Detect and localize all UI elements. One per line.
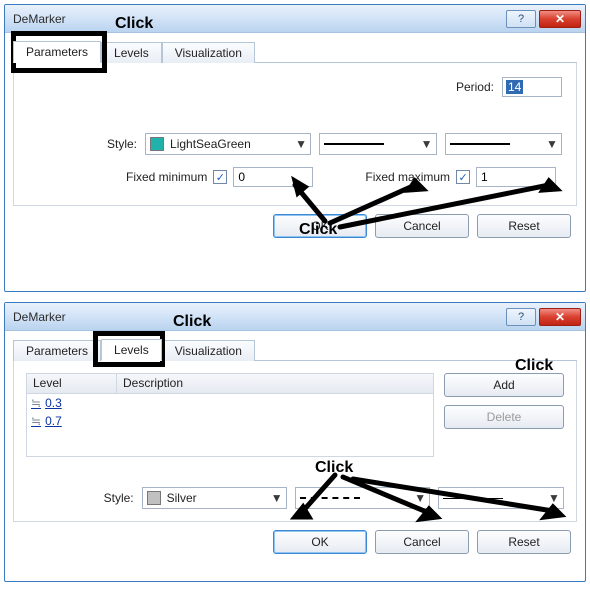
- table-row[interactable]: ≒ 0.3: [27, 394, 433, 412]
- ok-button[interactable]: OK: [273, 530, 367, 554]
- close-button[interactable]: ✕: [539, 308, 581, 326]
- tab-parameters[interactable]: Parameters: [13, 41, 101, 63]
- tab-bar: Parameters Levels Visualization: [13, 337, 577, 361]
- line-style-preview: [324, 143, 384, 145]
- period-value: 14: [506, 80, 523, 94]
- fixed-max-checkbox[interactable]: ✓: [456, 170, 470, 184]
- fixed-max-input[interactable]: [476, 167, 556, 187]
- color-combo[interactable]: Silver ▼: [142, 487, 287, 509]
- add-button[interactable]: Add: [444, 373, 564, 397]
- ok-button[interactable]: OK: [273, 214, 367, 238]
- line-style-combo[interactable]: ▼: [319, 133, 436, 155]
- chevron-down-icon: ▼: [420, 136, 434, 152]
- line-width-preview: [450, 143, 510, 145]
- fixed-max-label: Fixed maximum: [365, 170, 450, 184]
- parameters-panel: Period: 14 Style: LightSeaGreen ▼ ▼: [13, 63, 577, 206]
- grid-head-level[interactable]: Level: [27, 374, 117, 393]
- line-style-preview: [300, 497, 360, 499]
- color-swatch: [150, 137, 164, 151]
- reset-button[interactable]: Reset: [477, 530, 571, 554]
- level-icon: ≒: [31, 414, 41, 428]
- line-width-combo[interactable]: ▼: [445, 133, 562, 155]
- dialog-levels: DeMarker ? ✕ Parameters Levels Visualiza…: [4, 302, 586, 582]
- level-value: 0.7: [45, 414, 62, 428]
- tab-visualization[interactable]: Visualization: [162, 340, 255, 361]
- chevron-down-icon: ▼: [294, 136, 308, 152]
- reset-button[interactable]: Reset: [477, 214, 571, 238]
- color-name: Silver: [167, 491, 197, 505]
- grid-head-description[interactable]: Description: [117, 374, 433, 393]
- levels-panel: Level Description ≒ 0.3 ≒ 0.7 Add Delete: [13, 361, 577, 522]
- fixed-min-checkbox[interactable]: ✓: [213, 170, 227, 184]
- fixed-min-input[interactable]: [233, 167, 313, 187]
- tab-parameters[interactable]: Parameters: [13, 340, 101, 361]
- color-combo[interactable]: LightSeaGreen ▼: [145, 133, 311, 155]
- chevron-down-icon: ▼: [547, 490, 561, 506]
- chevron-down-icon: ▼: [413, 490, 427, 506]
- delete-button[interactable]: Delete: [444, 405, 564, 429]
- dialog-parameters: DeMarker ? ✕ Parameters Levels Visualiza…: [4, 4, 586, 292]
- line-style-combo[interactable]: ▼: [295, 487, 430, 509]
- period-label: Period:: [456, 80, 502, 94]
- titlebar[interactable]: DeMarker ? ✕: [5, 5, 585, 33]
- style-label: Style:: [26, 491, 142, 505]
- tab-levels[interactable]: Levels: [101, 42, 162, 63]
- tab-levels[interactable]: Levels: [101, 339, 162, 361]
- cancel-button[interactable]: Cancel: [375, 214, 469, 238]
- chevron-down-icon: ▼: [545, 136, 559, 152]
- levels-grid[interactable]: Level Description ≒ 0.3 ≒ 0.7: [26, 373, 434, 457]
- tab-visualization[interactable]: Visualization: [162, 42, 255, 63]
- close-button[interactable]: ✕: [539, 10, 581, 28]
- tab-bar: Parameters Levels Visualization: [13, 39, 577, 63]
- help-button[interactable]: ?: [506, 10, 536, 28]
- line-width-preview: [443, 498, 503, 499]
- help-button[interactable]: ?: [506, 308, 536, 326]
- titlebar[interactable]: DeMarker ? ✕: [5, 303, 585, 331]
- style-label: Style:: [28, 137, 145, 151]
- color-swatch: [147, 491, 161, 505]
- cancel-button[interactable]: Cancel: [375, 530, 469, 554]
- level-value: 0.3: [45, 396, 62, 410]
- level-icon: ≒: [31, 396, 41, 410]
- fixed-min-label: Fixed minimum: [126, 170, 207, 184]
- color-name: LightSeaGreen: [170, 137, 251, 151]
- period-input[interactable]: 14: [502, 77, 562, 97]
- window-title: DeMarker: [13, 12, 506, 26]
- line-width-combo[interactable]: ▼: [438, 487, 564, 509]
- table-row[interactable]: ≒ 0.7: [27, 412, 433, 430]
- chevron-down-icon: ▼: [270, 490, 284, 506]
- window-title: DeMarker: [13, 310, 506, 324]
